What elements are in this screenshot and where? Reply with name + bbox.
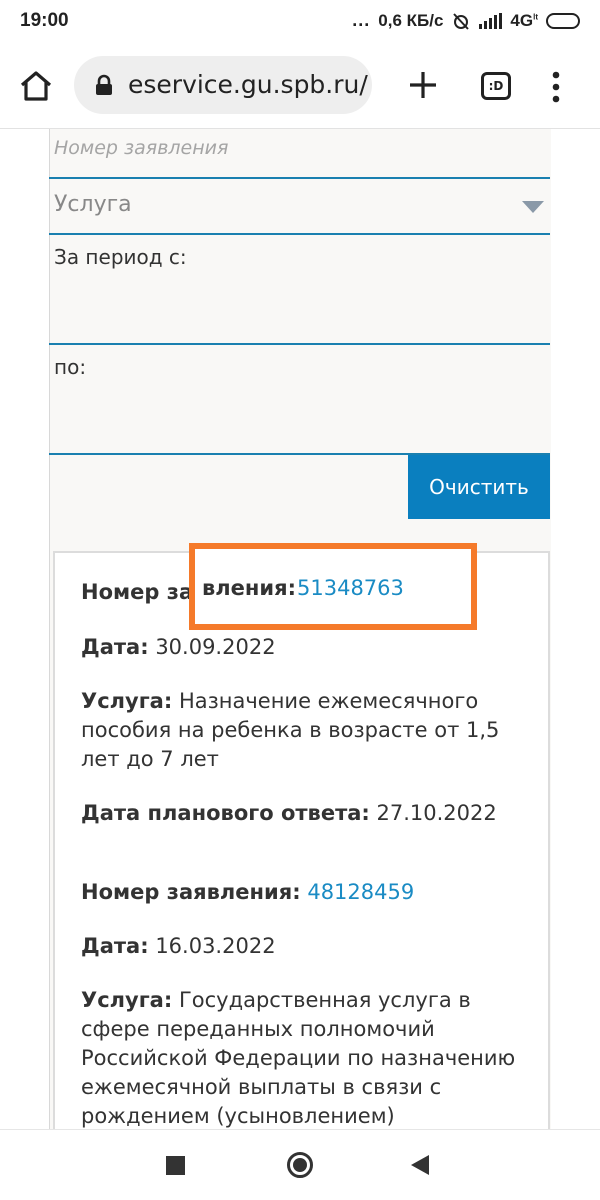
period-from-field[interactable]: За период с: bbox=[49, 235, 550, 345]
system-nav-bar bbox=[0, 1129, 600, 1200]
service-select-label: Услуга bbox=[54, 192, 132, 217]
list-item-date: Дата: 30.09.2022 bbox=[81, 635, 276, 659]
status-time: 19:00 bbox=[20, 10, 69, 31]
number-label-right: вления: bbox=[202, 576, 297, 600]
list-item-service: Услуга: Назначение ежемесячного пособия … bbox=[81, 689, 500, 771]
status-network-speed: 0,6 КБ/с bbox=[378, 10, 444, 30]
list-item-number: Номер заявления: 48128459 bbox=[81, 880, 415, 904]
back-icon[interactable] bbox=[411, 1155, 429, 1175]
list-item-date: Дата: 16.03.2022 bbox=[81, 934, 276, 958]
battery-icon bbox=[546, 12, 580, 29]
planned-answer-date: 27.10.2022 bbox=[376, 801, 497, 825]
applications-list: Номер за Дата: 30.09.2022 Услуга: Назнач… bbox=[53, 551, 550, 1129]
alarm-off-icon bbox=[453, 12, 470, 30]
status-more-dots: ... bbox=[352, 10, 371, 30]
lock-icon bbox=[96, 74, 112, 95]
application-number-link[interactable]: 48128459 bbox=[307, 880, 414, 904]
status-bar: 19:00 ... 0,6 КБ/с 4Glt bbox=[0, 0, 600, 44]
dropdown-arrow-icon[interactable] bbox=[522, 201, 544, 213]
signal-icon bbox=[479, 12, 503, 29]
clear-button[interactable]: Очистить bbox=[408, 455, 550, 519]
home-icon[interactable] bbox=[18, 68, 54, 104]
address-bar[interactable]: eservice.gu.spb.ru/ bbox=[74, 56, 372, 114]
application-number-link[interactable]: 51348763 bbox=[297, 576, 404, 600]
application-date: 30.09.2022 bbox=[155, 635, 276, 659]
period-to-field[interactable]: по: bbox=[49, 345, 550, 455]
number-label-left: Номер за bbox=[81, 580, 194, 604]
tab-switcher-button[interactable]: :D bbox=[481, 72, 511, 100]
period-to-label: по: bbox=[54, 355, 87, 379]
url-text: eservice.gu.spb.ru/ bbox=[128, 70, 368, 99]
list-item-service: Услуга: Государственная услуга в сфере п… bbox=[81, 988, 516, 1128]
period-from-label: За период с: bbox=[54, 245, 187, 269]
network-type: 4Glt bbox=[510, 10, 538, 30]
application-date: 16.03.2022 bbox=[155, 934, 276, 958]
browser-toolbar: eservice.gu.spb.ru/ :D bbox=[0, 44, 600, 129]
highlight-annotation: вления: 51348763 bbox=[189, 543, 477, 630]
home-nav-icon[interactable] bbox=[286, 1151, 314, 1179]
application-number-placeholder: Номер заявления bbox=[54, 137, 229, 159]
list-item-planned-answer: Дата планового ответа: 27.10.2022 bbox=[81, 801, 497, 825]
new-tab-icon[interactable] bbox=[406, 68, 440, 102]
status-icons: ... 0,6 КБ/с 4Glt bbox=[352, 10, 580, 31]
application-number-input[interactable]: Номер заявления bbox=[49, 129, 550, 179]
recents-icon[interactable] bbox=[166, 1156, 185, 1175]
page-content: Номер заявления Услуга За период с: по: … bbox=[0, 129, 600, 1129]
more-menu-icon[interactable] bbox=[550, 70, 562, 104]
